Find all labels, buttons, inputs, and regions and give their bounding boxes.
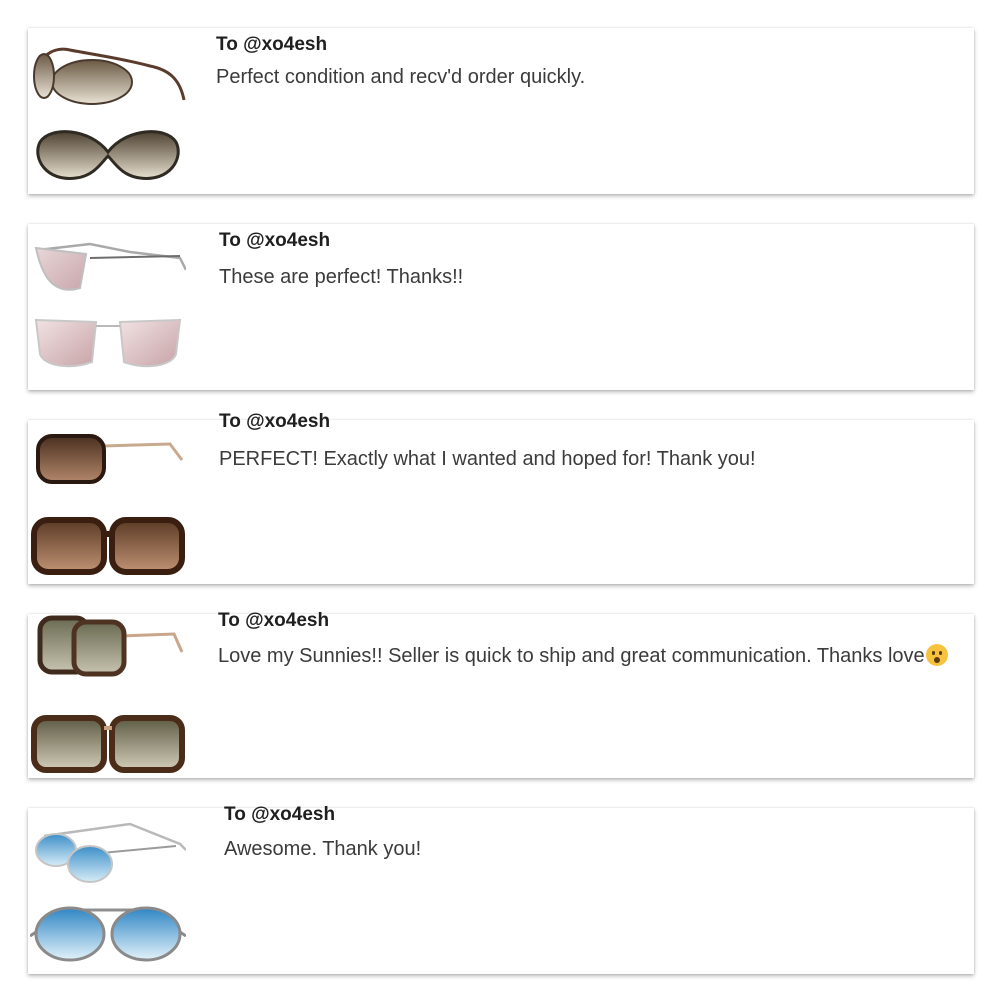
- review-recipient[interactable]: To @xo4esh: [218, 610, 329, 632]
- review-recipient[interactable]: To @xo4esh: [224, 804, 335, 826]
- review-message: Love my Sunnies!! Seller is quick to shi…: [218, 644, 948, 668]
- product-image-front[interactable]: [30, 514, 186, 576]
- product-image-front[interactable]: [30, 122, 186, 186]
- review-message: Perfect condition and recv'd order quick…: [216, 66, 586, 88]
- review-recipient[interactable]: To @xo4esh: [219, 411, 330, 433]
- product-image-side[interactable]: [30, 230, 186, 300]
- product-thumbnails[interactable]: [28, 808, 188, 974]
- product-thumbnails[interactable]: [28, 614, 188, 778]
- product-thumbnails[interactable]: [28, 224, 188, 390]
- hushed-face-emoji: [925, 644, 948, 666]
- review-card: To @xo4esh Awesome. Thank you!: [28, 804, 974, 974]
- product-image-side[interactable]: [30, 36, 186, 114]
- product-thumbnails[interactable]: [28, 28, 188, 194]
- product-thumbnails[interactable]: [28, 420, 188, 584]
- review-message-text: Love my Sunnies!! Seller is quick to shi…: [218, 645, 925, 667]
- review-recipient[interactable]: To @xo4esh: [219, 230, 330, 252]
- product-image-side[interactable]: [30, 426, 186, 488]
- review-card: To @xo4esh PERFECT! Exactly what I wante…: [28, 411, 974, 584]
- product-image-front[interactable]: [30, 902, 186, 966]
- review-message: These are perfect! Thanks!!: [219, 266, 464, 288]
- product-image-side[interactable]: [30, 816, 186, 888]
- review-card: To @xo4esh Perfect condition and recv'd …: [28, 28, 974, 194]
- review-card: To @xo4esh Love my Sunnies!! Seller is q…: [28, 610, 974, 778]
- review-message: Awesome. Thank you!: [224, 838, 422, 860]
- product-image-front[interactable]: [30, 714, 186, 774]
- review-recipient[interactable]: To @xo4esh: [216, 34, 327, 56]
- product-image-front[interactable]: [30, 310, 186, 374]
- product-image-side[interactable]: [30, 612, 186, 678]
- review-card: To @xo4esh These are perfect! Thanks!!: [28, 224, 974, 390]
- review-message: PERFECT! Exactly what I wanted and hoped…: [219, 448, 756, 470]
